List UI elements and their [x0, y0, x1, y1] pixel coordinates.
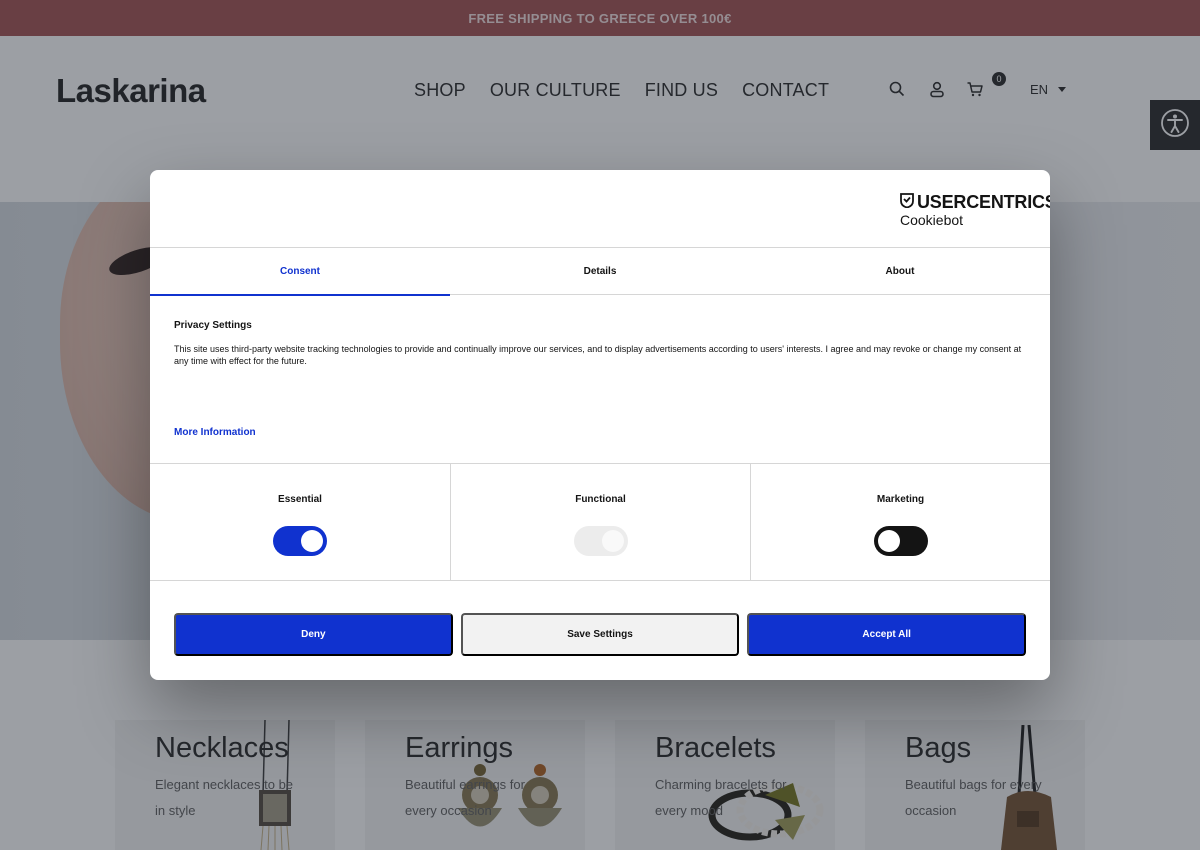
accept-all-button[interactable]: Accept All	[747, 613, 1027, 656]
essential-toggle[interactable]	[273, 526, 327, 556]
shield-icon	[900, 192, 914, 213]
tab-consent[interactable]: Consent	[150, 248, 450, 296]
toggle-cell-essential: Essential	[150, 464, 450, 580]
consent-toggles: Essential Functional Marketing	[150, 463, 1050, 581]
tab-details[interactable]: Details	[450, 248, 750, 295]
toggle-knob	[878, 530, 900, 552]
cookiebot-logo: USERCENTRICS Cookiebot	[900, 192, 1050, 228]
toggle-cell-functional: Functional	[450, 464, 750, 580]
consent-actions: Deny Save Settings Accept All	[174, 613, 1027, 656]
save-settings-button[interactable]: Save Settings	[460, 613, 740, 656]
privacy-settings-text: This site uses third-party website track…	[174, 344, 1022, 366]
more-information-link[interactable]: More Information	[174, 427, 256, 438]
cookie-consent-dialog: USERCENTRICS Cookiebot Consent Details A…	[150, 170, 1050, 680]
consent-tabs: Consent Details About	[150, 248, 1050, 296]
cookiebot-label: Cookiebot	[900, 212, 964, 228]
toggle-knob	[301, 530, 323, 552]
dialog-header: USERCENTRICS Cookiebot	[150, 170, 1050, 248]
deny-button[interactable]: Deny	[174, 613, 453, 656]
toggle-cell-marketing: Marketing	[750, 464, 1050, 580]
privacy-settings-title: Privacy Settings	[174, 320, 252, 331]
toggle-label-essential: Essential	[278, 494, 322, 505]
marketing-toggle[interactable]	[874, 526, 928, 556]
functional-toggle[interactable]	[574, 526, 628, 556]
consent-body: Privacy Settings This site uses third-pa…	[174, 320, 1026, 367]
tab-about[interactable]: About	[750, 248, 1050, 295]
toggle-label-functional: Functional	[575, 494, 626, 505]
toggle-knob	[602, 530, 624, 552]
toggle-label-marketing: Marketing	[876, 494, 925, 505]
usercentrics-brand: USERCENTRICS	[917, 192, 1050, 212]
